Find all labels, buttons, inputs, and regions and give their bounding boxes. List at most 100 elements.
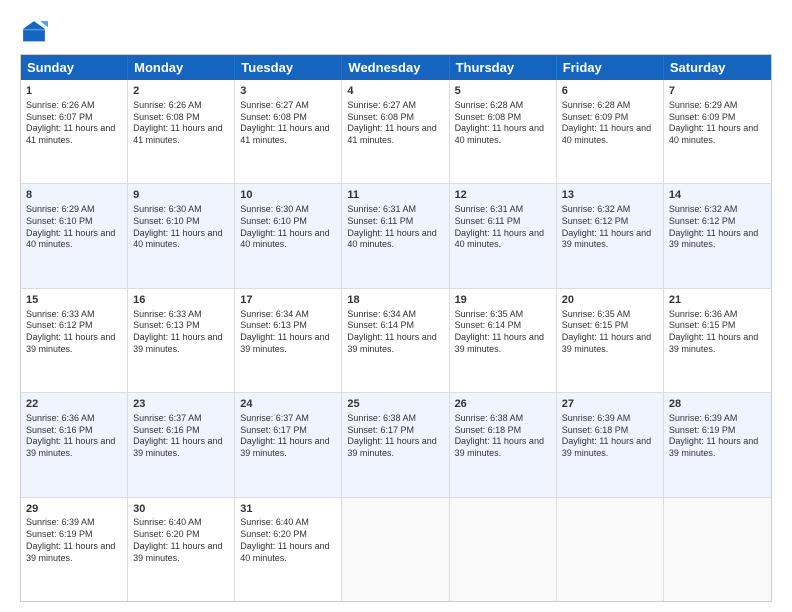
day-number: 1 xyxy=(26,84,122,99)
calendar-cell: 12Sunrise: 6:31 AMSunset: 6:11 PMDayligh… xyxy=(450,184,557,287)
sunrise-text: Sunrise: 6:38 AM xyxy=(347,413,443,425)
sunrise-text: Sunrise: 6:40 AM xyxy=(240,517,336,529)
day-number: 24 xyxy=(240,397,336,412)
calendar-cell: 14Sunrise: 6:32 AMSunset: 6:12 PMDayligh… xyxy=(664,184,771,287)
sunrise-text: Sunrise: 6:32 AM xyxy=(669,204,766,216)
sunset-text: Sunset: 6:10 PM xyxy=(240,216,336,228)
day-number: 27 xyxy=(562,397,658,412)
sunset-text: Sunset: 6:08 PM xyxy=(133,112,229,124)
sunrise-text: Sunrise: 6:32 AM xyxy=(562,204,658,216)
daylight-text: Daylight: 11 hours and 39 minutes. xyxy=(240,436,336,459)
sunrise-text: Sunrise: 6:34 AM xyxy=(347,309,443,321)
header-day: Saturday xyxy=(664,55,771,80)
day-number: 29 xyxy=(26,502,122,517)
daylight-text: Daylight: 11 hours and 40 minutes. xyxy=(347,228,443,251)
sunset-text: Sunset: 6:20 PM xyxy=(133,529,229,541)
day-number: 6 xyxy=(562,84,658,99)
daylight-text: Daylight: 11 hours and 40 minutes. xyxy=(133,228,229,251)
day-number: 13 xyxy=(562,188,658,203)
sunrise-text: Sunrise: 6:27 AM xyxy=(347,100,443,112)
daylight-text: Daylight: 11 hours and 41 minutes. xyxy=(26,123,122,146)
sunset-text: Sunset: 6:08 PM xyxy=(240,112,336,124)
daylight-text: Daylight: 11 hours and 39 minutes. xyxy=(455,436,551,459)
day-number: 7 xyxy=(669,84,766,99)
daylight-text: Daylight: 11 hours and 39 minutes. xyxy=(26,332,122,355)
sunset-text: Sunset: 6:10 PM xyxy=(133,216,229,228)
day-number: 30 xyxy=(133,502,229,517)
daylight-text: Daylight: 11 hours and 40 minutes. xyxy=(240,541,336,564)
sunset-text: Sunset: 6:13 PM xyxy=(240,320,336,332)
daylight-text: Daylight: 11 hours and 39 minutes. xyxy=(26,541,122,564)
sunset-text: Sunset: 6:18 PM xyxy=(562,425,658,437)
sunset-text: Sunset: 6:07 PM xyxy=(26,112,122,124)
daylight-text: Daylight: 11 hours and 41 minutes. xyxy=(240,123,336,146)
daylight-text: Daylight: 11 hours and 40 minutes. xyxy=(455,123,551,146)
calendar-cell: 13Sunrise: 6:32 AMSunset: 6:12 PMDayligh… xyxy=(557,184,664,287)
day-number: 3 xyxy=(240,84,336,99)
sunrise-text: Sunrise: 6:39 AM xyxy=(562,413,658,425)
sunset-text: Sunset: 6:18 PM xyxy=(455,425,551,437)
sunrise-text: Sunrise: 6:26 AM xyxy=(133,100,229,112)
daylight-text: Daylight: 11 hours and 41 minutes. xyxy=(133,123,229,146)
day-number: 9 xyxy=(133,188,229,203)
sunrise-text: Sunrise: 6:26 AM xyxy=(26,100,122,112)
sunrise-text: Sunrise: 6:30 AM xyxy=(240,204,336,216)
daylight-text: Daylight: 11 hours and 39 minutes. xyxy=(669,332,766,355)
day-number: 22 xyxy=(26,397,122,412)
daylight-text: Daylight: 11 hours and 39 minutes. xyxy=(26,436,122,459)
calendar-row: 29Sunrise: 6:39 AMSunset: 6:19 PMDayligh… xyxy=(21,497,771,601)
calendar-cell: 25Sunrise: 6:38 AMSunset: 6:17 PMDayligh… xyxy=(342,393,449,496)
daylight-text: Daylight: 11 hours and 39 minutes. xyxy=(669,436,766,459)
sunset-text: Sunset: 6:12 PM xyxy=(26,320,122,332)
sunrise-text: Sunrise: 6:38 AM xyxy=(455,413,551,425)
sunset-text: Sunset: 6:14 PM xyxy=(347,320,443,332)
calendar-cell xyxy=(450,498,557,601)
sunrise-text: Sunrise: 6:35 AM xyxy=(455,309,551,321)
sunrise-text: Sunrise: 6:29 AM xyxy=(669,100,766,112)
day-number: 12 xyxy=(455,188,551,203)
day-number: 10 xyxy=(240,188,336,203)
day-number: 25 xyxy=(347,397,443,412)
calendar-cell: 20Sunrise: 6:35 AMSunset: 6:15 PMDayligh… xyxy=(557,289,664,392)
sunset-text: Sunset: 6:08 PM xyxy=(455,112,551,124)
calendar-body: 1Sunrise: 6:26 AMSunset: 6:07 PMDaylight… xyxy=(21,80,771,601)
calendar-cell: 24Sunrise: 6:37 AMSunset: 6:17 PMDayligh… xyxy=(235,393,342,496)
daylight-text: Daylight: 11 hours and 39 minutes. xyxy=(240,332,336,355)
sunrise-text: Sunrise: 6:37 AM xyxy=(133,413,229,425)
sunset-text: Sunset: 6:12 PM xyxy=(562,216,658,228)
calendar-cell: 1Sunrise: 6:26 AMSunset: 6:07 PMDaylight… xyxy=(21,80,128,183)
day-number: 26 xyxy=(455,397,551,412)
calendar-cell: 4Sunrise: 6:27 AMSunset: 6:08 PMDaylight… xyxy=(342,80,449,183)
day-number: 14 xyxy=(669,188,766,203)
day-number: 19 xyxy=(455,293,551,308)
header-day: Monday xyxy=(128,55,235,80)
calendar-cell: 15Sunrise: 6:33 AMSunset: 6:12 PMDayligh… xyxy=(21,289,128,392)
calendar-cell xyxy=(342,498,449,601)
logo xyxy=(20,18,52,46)
sunset-text: Sunset: 6:19 PM xyxy=(26,529,122,541)
calendar-cell: 30Sunrise: 6:40 AMSunset: 6:20 PMDayligh… xyxy=(128,498,235,601)
daylight-text: Daylight: 11 hours and 39 minutes. xyxy=(455,332,551,355)
sunset-text: Sunset: 6:20 PM xyxy=(240,529,336,541)
sunrise-text: Sunrise: 6:33 AM xyxy=(26,309,122,321)
calendar-cell: 11Sunrise: 6:31 AMSunset: 6:11 PMDayligh… xyxy=(342,184,449,287)
sunset-text: Sunset: 6:09 PM xyxy=(669,112,766,124)
sunset-text: Sunset: 6:08 PM xyxy=(347,112,443,124)
sunset-text: Sunset: 6:16 PM xyxy=(26,425,122,437)
calendar-cell: 29Sunrise: 6:39 AMSunset: 6:19 PMDayligh… xyxy=(21,498,128,601)
sunset-text: Sunset: 6:15 PM xyxy=(669,320,766,332)
calendar: SundayMondayTuesdayWednesdayThursdayFrid… xyxy=(20,54,772,602)
calendar-cell: 6Sunrise: 6:28 AMSunset: 6:09 PMDaylight… xyxy=(557,80,664,183)
sunrise-text: Sunrise: 6:39 AM xyxy=(669,413,766,425)
daylight-text: Daylight: 11 hours and 39 minutes. xyxy=(133,541,229,564)
calendar-cell: 18Sunrise: 6:34 AMSunset: 6:14 PMDayligh… xyxy=(342,289,449,392)
sunset-text: Sunset: 6:11 PM xyxy=(347,216,443,228)
calendar-row: 1Sunrise: 6:26 AMSunset: 6:07 PMDaylight… xyxy=(21,80,771,183)
sunset-text: Sunset: 6:11 PM xyxy=(455,216,551,228)
header-day: Wednesday xyxy=(342,55,449,80)
sunrise-text: Sunrise: 6:40 AM xyxy=(133,517,229,529)
day-number: 21 xyxy=(669,293,766,308)
sunset-text: Sunset: 6:09 PM xyxy=(562,112,658,124)
calendar-cell: 19Sunrise: 6:35 AMSunset: 6:14 PMDayligh… xyxy=(450,289,557,392)
sunrise-text: Sunrise: 6:36 AM xyxy=(669,309,766,321)
